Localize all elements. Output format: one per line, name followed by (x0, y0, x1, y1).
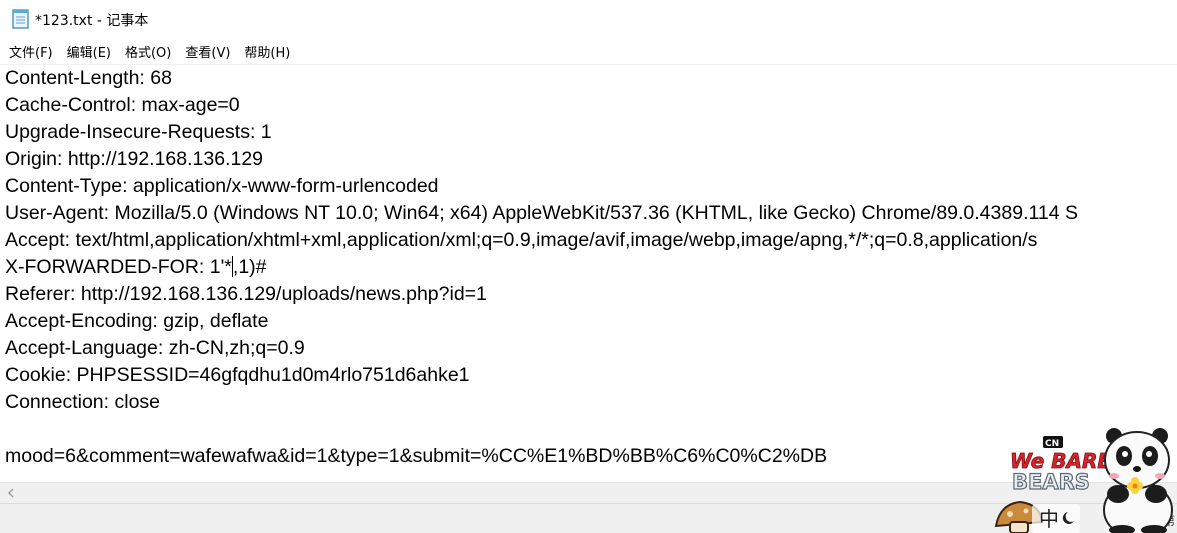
notepad-icon (12, 9, 29, 29)
menu-edit[interactable]: 编辑(E) (60, 39, 118, 64)
text-line: Content-Type: application/x-www-form-url… (5, 175, 439, 197)
text-line: mood=6&comment=wafewafwa&id=1&type=1&sub… (5, 445, 828, 467)
text-line: Upgrade-Insecure-Requests: 1 (5, 121, 272, 143)
text-line: Cache-Control: max-age=0 (5, 94, 240, 116)
text-line: Accept-Language: zh-CN,zh;q=0.9 (5, 337, 305, 359)
text-line-with-caret: X-FORWARDED-FOR: 1'*,1)# (5, 254, 1078, 281)
network-badge: CN (1045, 439, 1059, 449)
editor-lines: Content-Length: 68 Cache-Control: max-ag… (5, 65, 1078, 470)
text-line (5, 416, 1078, 443)
menu-bar: 文件(F) 编辑(E) 格式(O) 查看(V) 帮助(H) (0, 38, 1177, 64)
window-title: *123.txt - 记事本 (35, 13, 149, 29)
logo-bottom: BEARS (1012, 470, 1090, 494)
ime-indicator: 中 (1039, 507, 1059, 531)
scroll-left-arrow-icon[interactable] (4, 486, 18, 500)
text-line: Connection: close (5, 391, 161, 413)
we-bare-bears-sticker: 中 CN We BARE BEARS (994, 428, 1173, 533)
title-bar: *123.txt - 记事本 (0, 0, 1177, 38)
menu-view[interactable]: 查看(V) (178, 39, 237, 64)
text-after-caret: ,1)# (232, 256, 267, 278)
text-line: User-Agent: Mozilla/5.0 (Windows NT 10.0… (5, 202, 1078, 224)
text-line: Origin: http://192.168.136.129 (5, 148, 264, 170)
text-line: Referer: http://192.168.136.129/uploads/… (5, 283, 487, 305)
panda-bear-icon (1103, 428, 1173, 533)
menu-format[interactable]: 格式(O) (118, 39, 178, 64)
menu-help[interactable]: 帮助(H) (237, 39, 297, 64)
we-bare-bears-logo: CN We BARE BEARS (1010, 436, 1112, 495)
text-line: Content-Length: 68 (5, 67, 172, 89)
text-line: Accept-Encoding: gzip, deflate (5, 310, 269, 332)
text-line: Cookie: PHPSESSID=46gfqdhu1d0m4rlo751d6a… (5, 364, 470, 386)
text-before-caret: X-FORWARDED-FOR: 1'* (5, 256, 232, 278)
text-line: Accept: text/html,application/xhtml+xml,… (5, 229, 1038, 251)
menu-file[interactable]: 文件(F) (2, 39, 60, 64)
